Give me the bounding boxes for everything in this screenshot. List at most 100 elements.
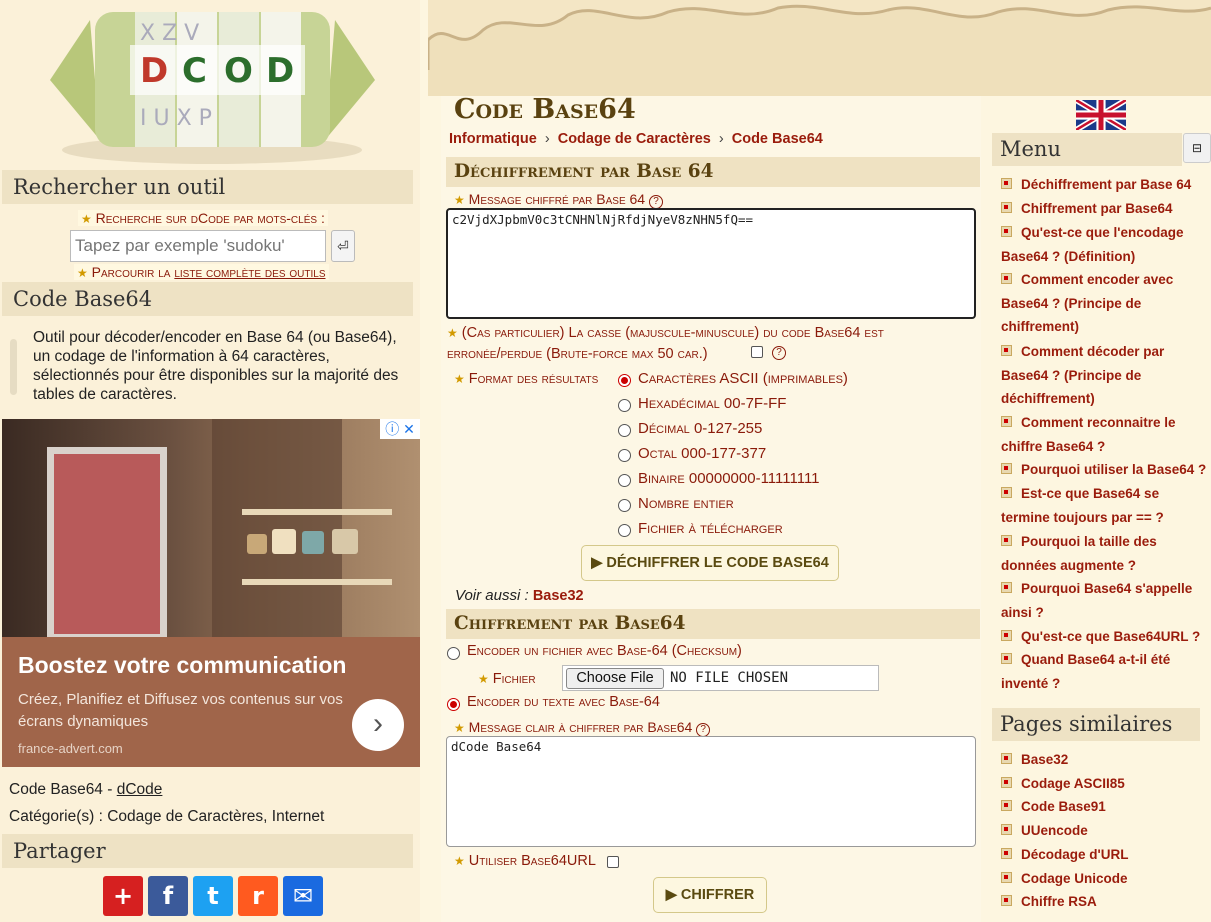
menu-item[interactable]: Chiffrement par Base64	[1001, 197, 1211, 221]
tool-list-link[interactable]: liste complète des outils	[174, 264, 325, 280]
choose-file-button[interactable]: Choose File	[566, 668, 664, 689]
left-sidebar: D C O D X Z V I U X P Rechercher un outi…	[0, 0, 420, 922]
similar-item-label[interactable]: Décodage d'URL	[1021, 847, 1128, 862]
similar-item[interactable]: Décodage d'URL	[1001, 843, 1211, 867]
format-label-octal[interactable]: Octal 000-177-377	[638, 445, 766, 462]
similar-item[interactable]: Chiffre RSA	[1001, 890, 1211, 914]
menu-item[interactable]: Comment encoder avec Base64 ? (Principe …	[1001, 268, 1211, 339]
menu-item-label[interactable]: Comment reconnaitre le chiffre Base64 ?	[1001, 415, 1176, 454]
bullet-icon	[1001, 202, 1012, 213]
menu-item-label[interactable]: Chiffrement par Base64	[1021, 201, 1173, 216]
help-icon[interactable]: ?	[648, 195, 663, 209]
similar-item[interactable]: Codage ASCII85	[1001, 772, 1211, 796]
cipher-message-input[interactable]: c2VjdXJpbmV0c3tCNHNlNjRfdjNyeV8zNHN5fQ==	[446, 208, 976, 319]
menu-item-label[interactable]: Qu'est-ce que l'encodage Base64 ? (Défin…	[1001, 225, 1183, 264]
encode-text-radio[interactable]	[447, 698, 460, 711]
format-label-file[interactable]: Fichier à télécharger	[638, 520, 783, 537]
format-radio-octal[interactable]	[618, 449, 631, 462]
page-prefix: Code Base64 -	[9, 781, 117, 798]
similar-item-label[interactable]: Chiffre RSA	[1021, 894, 1097, 909]
menu-item-label[interactable]: Qu'est-ce que Base64URL ?	[1021, 629, 1200, 644]
format-label-decimal[interactable]: Décimal 0-127-255	[638, 420, 762, 437]
decode-button[interactable]: ▶ DÉCHIFFRER LE CODE BASE64	[581, 545, 839, 581]
advertisement[interactable]: ⓘ ✕ Boostez votre communication Créez, P…	[2, 419, 420, 767]
format-label-integer[interactable]: Nombre entier	[638, 495, 734, 512]
svg-text:O: O	[224, 51, 253, 91]
ad-image	[2, 419, 420, 637]
menu-item[interactable]: Pourquoi utiliser la Base64 ?	[1001, 458, 1211, 482]
encode-file-label[interactable]: Encoder un fichier avec Base-64 (Checksu…	[467, 643, 742, 659]
similar-item[interactable]: Code Base91	[1001, 795, 1211, 819]
menu-item-label[interactable]: Pourquoi Base64 s'appelle ainsi ?	[1001, 581, 1192, 620]
breadcrumb-item[interactable]: Informatique	[449, 131, 537, 147]
breadcrumb: Informatique › Codage de Caractères › Co…	[449, 131, 823, 147]
dcode-logo[interactable]: D C O D X Z V I U X P	[40, 0, 385, 168]
similar-item-label[interactable]: Code Base91	[1021, 799, 1106, 814]
menu-item[interactable]: Quand Base64 a-t-il été inventé ?	[1001, 648, 1211, 695]
format-radio-binary[interactable]	[618, 474, 631, 487]
dcode-link[interactable]: dCode	[117, 781, 163, 798]
format-radio-decimal[interactable]	[618, 424, 631, 437]
similar-item-label[interactable]: Codage Unicode	[1021, 871, 1128, 886]
menu-item[interactable]: Pourquoi Base64 s'appelle ainsi ?	[1001, 577, 1211, 624]
menu-item-label[interactable]: Pourquoi la taille des données augmente …	[1001, 534, 1157, 573]
case-bruteforce-checkbox[interactable]	[751, 346, 763, 358]
ad-arrow-button[interactable]: ›	[352, 699, 404, 751]
menu-item[interactable]: Pourquoi la taille des données augmente …	[1001, 530, 1211, 577]
bullet-icon	[1001, 848, 1012, 859]
format-radio-ascii[interactable]	[618, 374, 631, 387]
help-icon[interactable]: ?	[696, 723, 711, 737]
menu-item-label[interactable]: Déchiffrement par Base 64	[1021, 177, 1191, 192]
english-flag-icon[interactable]	[1076, 100, 1126, 130]
help-icon[interactable]: ?	[772, 346, 786, 360]
format-label-binary[interactable]: Binaire 00000000-11111111	[638, 470, 820, 487]
breadcrumb-item[interactable]: Code Base64	[732, 131, 823, 147]
similar-item[interactable]: UUencode	[1001, 819, 1211, 843]
menu-heading: Menu	[992, 133, 1182, 166]
menu-item[interactable]: Qu'est-ce que Base64URL ?	[1001, 625, 1211, 649]
share-heading: Partager	[2, 834, 413, 868]
bullet-icon	[1001, 800, 1012, 811]
format-radio-file[interactable]	[618, 524, 631, 537]
search-submit-button[interactable]: ⏎	[331, 230, 355, 262]
menu-item[interactable]: Est-ce que Base64 se termine toujours pa…	[1001, 482, 1211, 529]
menu-item-label[interactable]: Est-ce que Base64 se termine toujours pa…	[1001, 486, 1164, 525]
twitter-icon[interactable]: t	[193, 876, 233, 916]
encode-text-label[interactable]: Encoder du texte avec Base-64	[467, 694, 660, 710]
format-radio-hex[interactable]	[618, 399, 631, 412]
similar-item[interactable]: Base32	[1001, 748, 1211, 772]
format-radio-integer[interactable]	[618, 499, 631, 512]
facebook-icon[interactable]: f	[148, 876, 188, 916]
menu-item-label[interactable]: Comment encoder avec Base64 ? (Principe …	[1001, 272, 1173, 334]
similar-item[interactable]: Codage Unicode	[1001, 867, 1211, 891]
encode-heading: Chiffrement par Base64	[446, 609, 980, 639]
format-label-ascii[interactable]: Caractères ASCII (imprimables)	[638, 370, 848, 387]
encode-button[interactable]: ▶ CHIFFRER	[653, 877, 767, 913]
base64url-checkbox[interactable]	[607, 856, 619, 868]
case-option: ★ (Cas particulier) La casse (majuscule-…	[447, 325, 884, 362]
menu-item-label[interactable]: Quand Base64 a-t-il été inventé ?	[1001, 652, 1170, 691]
search-input[interactable]	[70, 230, 326, 262]
menu-item[interactable]: Qu'est-ce que l'encodage Base64 ? (Défin…	[1001, 221, 1211, 268]
menu-item[interactable]: Déchiffrement par Base 64	[1001, 173, 1211, 197]
base32-link[interactable]: Base32	[533, 588, 584, 604]
menu-item[interactable]: Comment décoder par Base64 ? (Principe d…	[1001, 340, 1211, 411]
breadcrumb-separator: ›	[718, 131, 724, 147]
file-label: ★ Fichier	[478, 671, 536, 687]
similar-item-label[interactable]: UUencode	[1021, 823, 1088, 838]
reddit-icon[interactable]: r	[238, 876, 278, 916]
plain-message-label: ★ Message clair à chiffrer par Base64 ?	[454, 719, 711, 737]
share-add-icon[interactable]: +	[103, 876, 143, 916]
format-label-hex[interactable]: Hexadécimal 00-7F-FF	[638, 395, 786, 412]
menu-item[interactable]: Comment reconnaitre le chiffre Base64 ?	[1001, 411, 1211, 458]
similar-item-label[interactable]: Codage ASCII85	[1021, 776, 1125, 791]
encode-file-radio[interactable]	[447, 647, 460, 660]
menu-item-label[interactable]: Pourquoi utiliser la Base64 ?	[1021, 462, 1206, 477]
ad-info-icon[interactable]: ⓘ ✕	[380, 419, 420, 439]
similar-item-label[interactable]: Base32	[1021, 752, 1068, 767]
email-icon[interactable]: ✉	[283, 876, 323, 916]
menu-item-label[interactable]: Comment décoder par Base64 ? (Principe d…	[1001, 344, 1164, 406]
plain-message-input[interactable]: dCode Base64	[446, 736, 976, 847]
collapse-icon[interactable]: ⊟	[1183, 133, 1211, 163]
breadcrumb-item[interactable]: Codage de Caractères	[558, 131, 711, 147]
